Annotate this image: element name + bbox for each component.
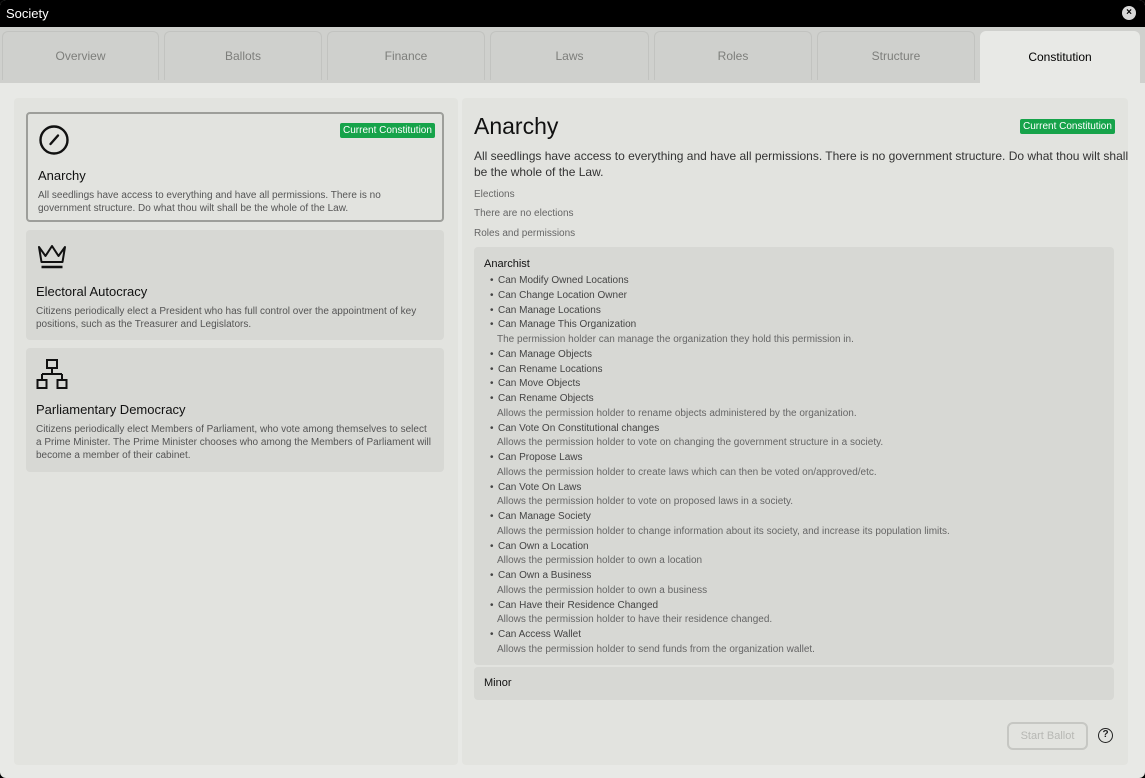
permission-name: Can Own a Location (498, 540, 589, 552)
constitution-list: Current Constitution Anarchy All seedlin… (14, 98, 458, 765)
permission-name: Can Rename Locations (498, 363, 603, 375)
bullet: • (490, 289, 494, 301)
permission-description: Allows the permission holder to own a bu… (497, 584, 708, 596)
permission-description: Allows the permission holder to vote on … (497, 496, 794, 508)
constitution-name: Parliamentary Democracy (36, 402, 186, 417)
bullet: • (490, 452, 494, 463)
permission-item: • Can Change Location Owner (490, 289, 950, 304)
permission-description: Allows the permission holder to create l… (497, 466, 877, 478)
permission-name: Can Change Location Owner (498, 289, 627, 301)
help-icon[interactable]: ? (1098, 728, 1113, 743)
detail-description: All seedlings have access to everything … (474, 149, 1129, 179)
constitution-detail: Anarchy Current Constitution All seedlin… (462, 98, 1128, 765)
permission-name: Can Manage This Organization (498, 319, 637, 331)
permission-item: • Can Propose Laws (490, 451, 950, 466)
bullet: • (490, 511, 494, 522)
constitution-card-electoral-autocracy[interactable]: Electoral Autocracy Citizens periodicall… (26, 230, 444, 340)
bullet: • (490, 275, 494, 286)
bullet: • (490, 570, 494, 581)
tab-ballots[interactable]: Ballots (164, 31, 322, 80)
constitution-description: All seedlings have access to everything … (38, 190, 381, 214)
slashed-circle-icon (39, 125, 69, 155)
tab-overview[interactable]: Overview (2, 31, 159, 80)
permission-name: Can Own a Business (498, 570, 592, 581)
permission-item: • Can Move Objects (490, 377, 950, 392)
permission-description: Allows the permission holder to send fun… (497, 643, 815, 655)
current-constitution-badge: Current Constitution (340, 123, 435, 138)
society-window: Society × Overview Ballots Finance Laws … (0, 0, 1145, 778)
close-icon[interactable]: × (1122, 6, 1136, 20)
permission-item: • Can Manage This Organization (490, 318, 950, 333)
permission-name: Can Modify Owned Locations (498, 275, 629, 286)
permission-item: • Can Access Wallet (490, 628, 950, 643)
permission-item: • Can Modify Owned Locations (490, 274, 950, 289)
role-name: Minor (484, 677, 512, 689)
tab-roles[interactable]: Roles (654, 31, 812, 80)
permission-item: • Can Own a Location (490, 540, 950, 555)
constitution-card-anarchy[interactable]: Current Constitution Anarchy All seedlin… (26, 112, 444, 222)
permission-item: • Can Rename Objects (490, 392, 950, 407)
constitution-description: Citizens periodically elect a President … (36, 306, 417, 330)
permission-description: Allows the permission holder to rename o… (497, 407, 857, 419)
elections-text: There are no elections (474, 208, 574, 219)
current-constitution-badge: Current Constitution (1020, 119, 1115, 134)
tab-finance[interactable]: Finance (327, 31, 485, 80)
bullet: • (490, 540, 494, 552)
permission-item: • Can Vote On Constitutional changes (490, 422, 950, 437)
permission-name: Can Move Objects (498, 378, 581, 390)
title-bar: Society × (0, 0, 1145, 27)
bullet: • (490, 393, 494, 404)
permission-description: Allows the permission holder to change i… (497, 525, 950, 537)
constitution-description: Citizens periodically elect Members of P… (36, 424, 431, 461)
crown-icon (38, 245, 66, 269)
bullet: • (490, 304, 494, 316)
bullet: • (490, 629, 494, 640)
roles-label: Roles and permissions (474, 228, 576, 239)
permission-list: • Can Modify Owned Locations • Can Change L… (490, 274, 950, 658)
tab-structure[interactable]: Structure (817, 31, 975, 80)
role-card-minor[interactable]: Minor (474, 667, 1114, 700)
constitution-name: Anarchy (38, 168, 86, 183)
permission-name: Can Manage Locations (498, 304, 601, 316)
permission-description: Allows the permission holder to own a lo… (497, 555, 703, 567)
permission-name: Can Access Wallet (498, 629, 581, 640)
permission-name: Can Manage Objects (498, 348, 592, 360)
detail-title: Anarchy (474, 113, 559, 139)
bullet: • (490, 319, 494, 331)
permission-description: Allows the permission holder to vote on … (497, 437, 884, 449)
permission-item: • Can Rename Locations (490, 363, 950, 378)
tab-constitution[interactable]: Constitution (980, 31, 1140, 83)
bullet: • (490, 378, 494, 390)
permission-description: The permission holder can manage the org… (497, 334, 854, 345)
permission-name: Can Have their Residence Changed (498, 599, 659, 611)
permission-name: Can Propose Laws (498, 452, 583, 463)
tab-laws[interactable]: Laws (490, 31, 649, 80)
role-name: Anarchist (484, 258, 530, 270)
bullet: • (490, 348, 494, 360)
constitution-card-parliamentary-democracy[interactable]: Parliamentary Democracy Citizens periodi… (26, 348, 444, 472)
permission-item: • Can Manage Society (490, 510, 950, 525)
bullet: • (490, 599, 494, 611)
permission-name: Can Manage Society (498, 511, 591, 522)
window-title: Society (6, 6, 49, 21)
org-chart-icon (36, 359, 68, 389)
permission-description: Allows the permission holder to have the… (497, 614, 773, 626)
bullet: • (490, 363, 494, 375)
permission-item: • Can Have their Residence Changed (490, 599, 950, 614)
role-card-anarchist: Anarchist • Can Modify Owned Locations • Ca… (474, 247, 1114, 665)
permission-item: • Can Vote On Laws (490, 481, 950, 496)
constitution-name: Electoral Autocracy (36, 284, 148, 299)
bullet: • (490, 422, 494, 434)
tab-bar: Overview Ballots Finance Laws Roles Stru… (0, 27, 1145, 83)
permission-item: • Can Manage Locations (490, 304, 950, 319)
bullet: • (490, 481, 494, 493)
permission-item: • Can Manage Objects (490, 348, 950, 363)
permission-item: • Can Own a Business (490, 569, 950, 584)
permission-name: Can Rename Objects (498, 393, 594, 404)
permission-name: Can Vote On Constitutional changes (498, 422, 660, 434)
start-ballot-button[interactable]: Start Ballot (1007, 722, 1088, 750)
permission-name: Can Vote On Laws (498, 481, 582, 493)
elections-label: Elections (474, 189, 515, 200)
